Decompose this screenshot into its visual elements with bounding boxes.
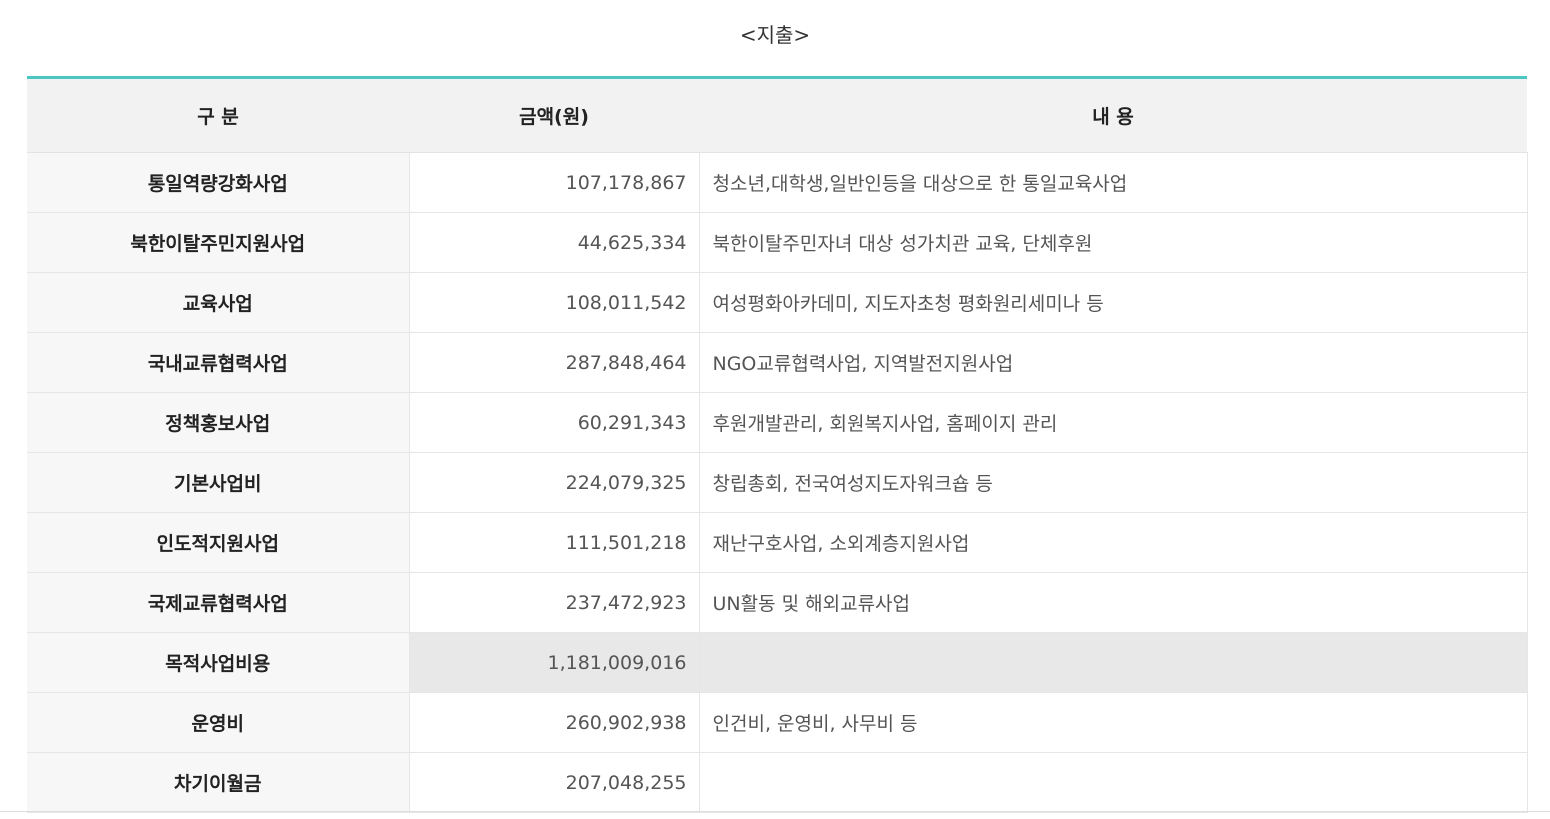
- table-row: 통일역량강화사업 107,178,867 청소년,대학생,일반인등을 대상으로 …: [27, 152, 1528, 213]
- row-amount: 224,079,325: [409, 452, 700, 513]
- table-row: 국제교류협력사업 237,472,923 UN활동 및 해외교류사업: [27, 572, 1528, 633]
- row-category: 국제교류협력사업: [27, 572, 410, 633]
- row-category: 북한이탈주민지원사업: [27, 212, 410, 273]
- table-row: 북한이탈주민지원사업 44,625,334 북한이탈주민자녀 대상 성가치관 교…: [27, 212, 1528, 273]
- row-description: [699, 632, 1528, 693]
- row-category: 교육사업: [27, 272, 410, 333]
- table-row: 차기이월금 207,048,255: [27, 752, 1528, 813]
- row-amount: 44,625,334: [409, 212, 700, 273]
- row-amount: 1,181,009,016: [409, 632, 700, 693]
- row-description: 북한이탈주민자녀 대상 성가치관 교육, 단체후원: [699, 212, 1528, 273]
- row-amount: 207,048,255: [409, 752, 700, 813]
- row-amount: 287,848,464: [409, 332, 700, 393]
- row-category: 목적사업비용: [27, 632, 410, 693]
- page: <지출> 구 분 금액(원) 내 용 통일역량강화사업 107,178,867 …: [0, 0, 1550, 819]
- table-body: 통일역량강화사업 107,178,867 청소년,대학생,일반인등을 대상으로 …: [27, 152, 1528, 813]
- table-row: 국내교류협력사업 287,848,464 NGO교류협력사업, 지역발전지원사업: [27, 332, 1528, 393]
- row-category: 통일역량강화사업: [27, 152, 410, 213]
- row-description: 창립총회, 전국여성지도자워크숍 등: [699, 452, 1528, 513]
- row-amount: 260,902,938: [409, 692, 700, 753]
- row-amount: 60,291,343: [409, 392, 700, 453]
- row-description: 후원개발관리, 회원복지사업, 홈페이지 관리: [699, 392, 1528, 453]
- table-row: 기본사업비 224,079,325 창립총회, 전국여성지도자워크숍 등: [27, 452, 1528, 513]
- header-amount: 금액(원): [409, 77, 699, 153]
- table-row: 교육사업 108,011,542 여성평화아카데미, 지도자초청 평화원리세미나…: [27, 272, 1528, 333]
- expense-table: 구 분 금액(원) 내 용 통일역량강화사업 107,178,867 청소년,대…: [27, 76, 1528, 813]
- row-category: 차기이월금: [27, 752, 410, 813]
- row-category: 국내교류협력사업: [27, 332, 410, 393]
- bottom-divider: [0, 811, 1550, 812]
- row-category: 운영비: [27, 692, 410, 753]
- row-amount: 237,472,923: [409, 572, 700, 633]
- row-description: NGO교류협력사업, 지역발전지원사업: [699, 332, 1528, 393]
- table-row: 정책홍보사업 60,291,343 후원개발관리, 회원복지사업, 홈페이지 관…: [27, 392, 1528, 453]
- row-description: [699, 752, 1528, 813]
- table-row: 운영비 260,902,938 인건비, 운영비, 사무비 등: [27, 692, 1528, 753]
- header-category: 구 분: [27, 77, 409, 153]
- row-description: 청소년,대학생,일반인등을 대상으로 한 통일교육사업: [699, 152, 1528, 213]
- row-category: 정책홍보사업: [27, 392, 410, 453]
- row-description: 여성평화아카데미, 지도자초청 평화원리세미나 등: [699, 272, 1528, 333]
- row-description: UN활동 및 해외교류사업: [699, 572, 1528, 633]
- row-description: 재난구호사업, 소외계층지원사업: [699, 512, 1528, 573]
- row-category: 인도적지원사업: [27, 512, 410, 573]
- table-row: 인도적지원사업 111,501,218 재난구호사업, 소외계층지원사업: [27, 512, 1528, 573]
- row-amount: 108,011,542: [409, 272, 700, 333]
- table-header: 구 분 금액(원) 내 용: [27, 77, 1527, 153]
- row-description: 인건비, 운영비, 사무비 등: [699, 692, 1528, 753]
- header-row: 구 분 금액(원) 내 용: [27, 77, 1527, 153]
- header-description: 내 용: [699, 77, 1527, 153]
- row-amount: 111,501,218: [409, 512, 700, 573]
- subtotal-row: 목적사업비용 1,181,009,016: [27, 632, 1528, 693]
- row-category: 기본사업비: [27, 452, 410, 513]
- row-amount: 107,178,867: [409, 152, 700, 213]
- table-caption: <지출>: [739, 23, 811, 47]
